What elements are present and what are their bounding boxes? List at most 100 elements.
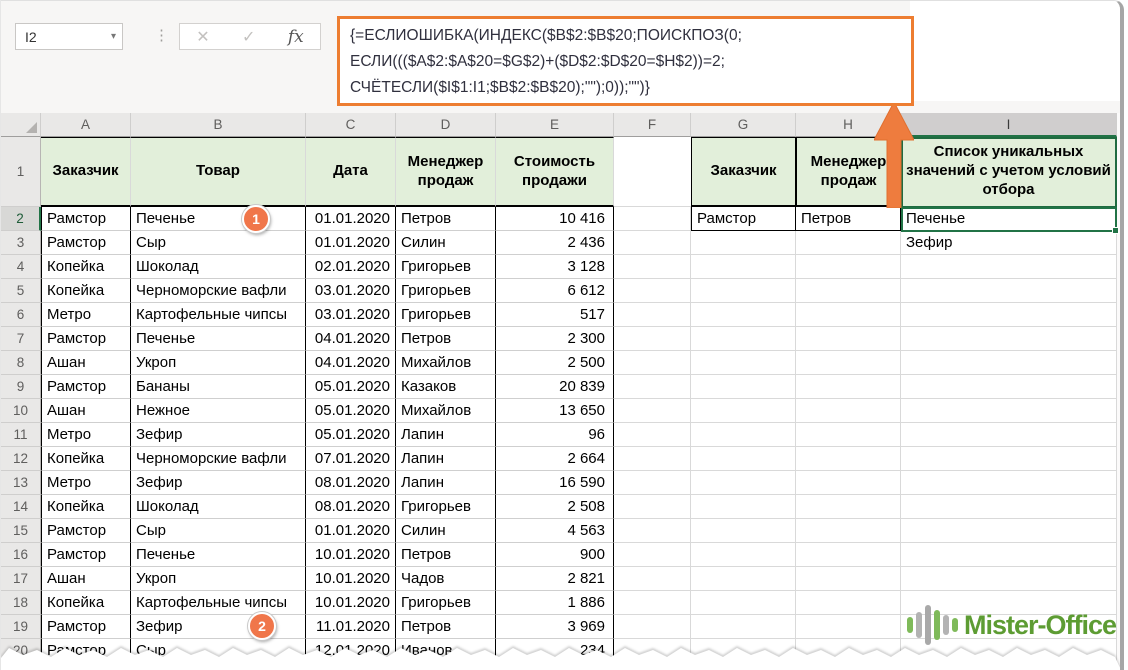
cell-h[interactable] — [796, 231, 901, 255]
cell-result[interactable]: Зефир — [901, 231, 1117, 255]
cell-customer[interactable]: Копейка — [41, 495, 131, 519]
cell-customer[interactable]: Рамстор — [41, 615, 131, 639]
cell-customer[interactable]: Рамстор — [41, 375, 131, 399]
cell-h[interactable] — [796, 495, 901, 519]
cell-product[interactable]: Шоколад — [131, 255, 306, 279]
cell-g[interactable] — [691, 471, 796, 495]
cell-product[interactable]: Укроп — [131, 351, 306, 375]
cell-g[interactable]: Рамстор — [691, 207, 796, 231]
cell-result[interactable] — [901, 567, 1117, 591]
cell-f[interactable] — [614, 255, 691, 279]
cell-g[interactable] — [691, 567, 796, 591]
cell-g[interactable] — [691, 351, 796, 375]
row-header[interactable]: 5 — [1, 279, 41, 303]
cell-customer[interactable]: Копейка — [41, 447, 131, 471]
cell-manager[interactable]: Григорьев — [396, 255, 496, 279]
cell-customer[interactable]: Копейка — [41, 255, 131, 279]
cell-a1[interactable]: Заказчик — [41, 137, 131, 207]
cell-date[interactable]: 11.01.2020 — [306, 615, 396, 639]
cell-product[interactable]: Нежное — [131, 399, 306, 423]
column-header-f[interactable]: F — [614, 113, 691, 137]
cell-manager[interactable]: Григорьев — [396, 495, 496, 519]
cell-g[interactable] — [691, 399, 796, 423]
cell-amount[interactable]: 2 300 — [496, 327, 614, 351]
cell-f[interactable] — [614, 615, 691, 639]
cell-product[interactable]: Печенье — [131, 543, 306, 567]
cell-g[interactable] — [691, 255, 796, 279]
cell-h[interactable] — [796, 471, 901, 495]
cell-manager[interactable]: Чадов — [396, 567, 496, 591]
cell-result[interactable] — [901, 447, 1117, 471]
cell-f[interactable] — [614, 519, 691, 543]
cell-f[interactable] — [614, 591, 691, 615]
cell-product[interactable]: Зефир — [131, 471, 306, 495]
row-header[interactable]: 12 — [1, 447, 41, 471]
row-header-1[interactable]: 1 — [1, 137, 41, 207]
cell-date[interactable]: 03.01.2020 — [306, 303, 396, 327]
cell-customer[interactable]: Рамстор — [41, 231, 131, 255]
cell-result[interactable] — [901, 543, 1117, 567]
cell-amount[interactable]: 2 500 — [496, 351, 614, 375]
cell-h[interactable] — [796, 615, 901, 639]
cell-amount[interactable]: 517 — [496, 303, 614, 327]
row-header[interactable]: 4 — [1, 255, 41, 279]
cell-manager[interactable]: Силин — [396, 519, 496, 543]
cell-amount[interactable]: 900 — [496, 543, 614, 567]
cell-h[interactable] — [796, 255, 901, 279]
row-header[interactable]: 19 — [1, 615, 41, 639]
cell-c1[interactable]: Дата — [306, 137, 396, 207]
cell-f[interactable] — [614, 399, 691, 423]
cell-f[interactable] — [614, 567, 691, 591]
cell-result[interactable] — [901, 399, 1117, 423]
row-header[interactable]: 11 — [1, 423, 41, 447]
cell-amount[interactable]: 16 590 — [496, 471, 614, 495]
cell-h[interactable] — [796, 375, 901, 399]
row-header[interactable]: 17 — [1, 567, 41, 591]
formula-input[interactable]: {=ЕСЛИОШИБКА(ИНДЕКС($B$2:$B$20;ПОИСКПОЗ(… — [337, 16, 914, 106]
cell-f[interactable] — [614, 495, 691, 519]
cell-manager[interactable]: Силин — [396, 231, 496, 255]
cell-product[interactable]: Черноморские вафли — [131, 279, 306, 303]
column-header-a[interactable]: A — [41, 113, 131, 137]
cell-f[interactable] — [614, 303, 691, 327]
cell-product[interactable]: Картофельные чипсы — [131, 303, 306, 327]
cell-date[interactable]: 04.01.2020 — [306, 327, 396, 351]
cell-amount[interactable]: 20 839 — [496, 375, 614, 399]
cell-date[interactable]: 10.01.2020 — [306, 591, 396, 615]
cell-customer[interactable]: Рамстор — [41, 543, 131, 567]
cell-g[interactable] — [691, 615, 796, 639]
cell-h[interactable] — [796, 543, 901, 567]
cell-result[interactable] — [901, 471, 1117, 495]
cell-product[interactable]: Шоколад — [131, 495, 306, 519]
cell-product[interactable]: Зефир — [131, 615, 306, 639]
cell-date[interactable]: 01.01.2020 — [306, 231, 396, 255]
enter-icon[interactable]: ✓ — [242, 27, 255, 47]
cell-amount[interactable]: 2 664 — [496, 447, 614, 471]
cell-g[interactable] — [691, 519, 796, 543]
cell-f[interactable] — [614, 207, 691, 231]
cell-h[interactable] — [796, 567, 901, 591]
row-header[interactable]: 15 — [1, 519, 41, 543]
cell-product[interactable]: Укроп — [131, 567, 306, 591]
cell-amount[interactable]: 2 508 — [496, 495, 614, 519]
cell-customer[interactable]: Рамстор — [41, 327, 131, 351]
cell-manager[interactable]: Григорьев — [396, 591, 496, 615]
cell-date[interactable]: 02.01.2020 — [306, 255, 396, 279]
cell-g[interactable] — [691, 495, 796, 519]
cell-customer[interactable]: Рамстор — [41, 207, 131, 231]
row-header[interactable]: 8 — [1, 351, 41, 375]
row-header[interactable]: 10 — [1, 399, 41, 423]
cell-date[interactable]: 05.01.2020 — [306, 423, 396, 447]
cell-f[interactable] — [614, 543, 691, 567]
row-header[interactable]: 7 — [1, 327, 41, 351]
cell-g[interactable] — [691, 591, 796, 615]
cell-g[interactable] — [691, 543, 796, 567]
cell-f[interactable] — [614, 327, 691, 351]
cell-result[interactable] — [901, 303, 1117, 327]
cell-date[interactable]: 10.01.2020 — [306, 567, 396, 591]
select-all-corner[interactable] — [1, 113, 41, 137]
cell-f[interactable] — [614, 231, 691, 255]
cell-h[interactable]: Петров — [796, 207, 901, 231]
cell-f[interactable] — [614, 351, 691, 375]
cell-amount[interactable]: 10 416 — [496, 207, 614, 231]
